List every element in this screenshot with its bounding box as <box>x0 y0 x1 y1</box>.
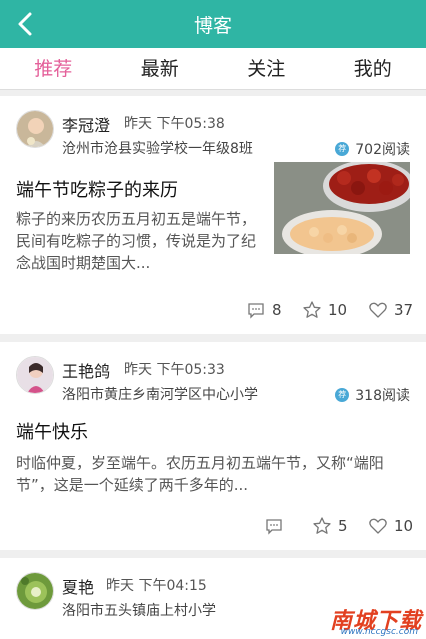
read-count-text: 702阅读 <box>355 142 410 158</box>
author-name[interactable]: 夏艳 <box>62 574 94 598</box>
site-watermark: 南城下载 www.nccgsc.com <box>304 603 422 637</box>
post-card[interactable]: 王艳鸽 昨天 下午05:33 洛阳市黄庄乡南河学区中心小学 荐 318阅读 端午… <box>0 342 426 550</box>
post-time: 昨天 下午04:15 <box>106 578 207 594</box>
tab-bar: 推荐 最新 关注 我的 <box>0 48 426 90</box>
author-school: 洛阳市黄庄乡南河学区中心小学 <box>62 387 258 403</box>
favorite-count: 10 <box>328 301 348 319</box>
post-author-row: 王艳鸽 昨天 下午05:33 洛阳市黄庄乡南河学区中心小学 荐 318阅读 <box>0 342 426 408</box>
post-title[interactable]: 端午快乐 <box>0 408 426 444</box>
comment-button[interactable]: 8 <box>246 300 282 320</box>
watermark-url: www.nccgsc.com <box>340 627 418 637</box>
post-thumbnail[interactable] <box>274 162 410 254</box>
post-author-row: 李冠澄 昨天 下午05:38 沧州市沧县实验学校一年级8班 荐 702阅读 <box>0 96 426 162</box>
avatar[interactable] <box>16 110 54 148</box>
tab-recommended[interactable]: 推荐 <box>0 48 107 89</box>
read-count: 荐 318阅读 <box>335 385 410 405</box>
like-button[interactable]: 10 <box>368 516 413 536</box>
like-button[interactable]: 37 <box>368 300 413 320</box>
avatar[interactable] <box>16 572 54 610</box>
page-title: 博客 <box>193 14 232 37</box>
heart-icon <box>369 518 387 534</box>
favorite-button[interactable]: 5 <box>312 516 348 536</box>
post-body[interactable]: 端午节吃粽子的来历 粽子的来历农历五月初五是端午节，民间有吃粽子的习惯，传说是为… <box>0 162 426 288</box>
tab-mine[interactable]: 我的 <box>320 48 426 89</box>
comment-icon <box>266 519 282 535</box>
star-icon <box>313 517 331 534</box>
read-count: 荐 702阅读 <box>335 139 410 159</box>
like-count: 37 <box>394 301 414 319</box>
heart-icon <box>369 302 387 318</box>
post-card[interactable]: 李冠澄 昨天 下午05:38 沧州市沧县实验学校一年级8班 荐 702阅读 端午… <box>0 96 426 334</box>
recommended-badge: 荐 <box>335 142 350 156</box>
post-excerpt: 时临仲夏，岁至端午。农历五月初五端午节，又称“端阳节”，这是一个延续了两千多年的… <box>16 454 384 494</box>
star-icon <box>303 301 321 318</box>
post-time: 昨天 下午05:38 <box>124 116 225 132</box>
favorite-count: 5 <box>338 517 348 535</box>
author-school: 洛阳市五头镇庙上村小学 <box>62 603 216 619</box>
read-count-text: 318阅读 <box>355 388 410 404</box>
post-stats: 5 10 <box>0 504 426 550</box>
recommended-badge: 荐 <box>335 388 350 402</box>
comment-count: 8 <box>272 301 282 319</box>
post-time: 昨天 下午05:33 <box>124 362 225 378</box>
favorite-button[interactable]: 10 <box>302 300 347 320</box>
author-name[interactable]: 李冠澄 <box>62 112 110 136</box>
comment-button[interactable] <box>264 516 290 536</box>
post-excerpt: 粽子的来历农历五月初五是端午节，民间有吃粽子的习惯，传说是为了纪念战国时期楚国大… <box>16 210 257 272</box>
author-name[interactable]: 王艳鸽 <box>62 358 110 382</box>
post-stats: 8 10 37 <box>0 288 426 334</box>
comment-icon <box>248 303 264 319</box>
post-title[interactable]: 端午节吃粽子的来历 <box>0 162 262 202</box>
like-count: 10 <box>394 517 414 535</box>
tab-following[interactable]: 关注 <box>213 48 320 89</box>
author-school: 沧州市沧县实验学校一年级8班 <box>62 141 253 157</box>
app-header: 博客 <box>0 0 426 48</box>
chevron-left-icon[interactable] <box>12 10 40 38</box>
post-body[interactable]: 端午快乐 时临仲夏，岁至端午。农历五月初五端午节，又称“端阳节”，这是一个延续了… <box>0 408 426 504</box>
avatar[interactable] <box>16 356 54 394</box>
tab-latest[interactable]: 最新 <box>107 48 214 89</box>
